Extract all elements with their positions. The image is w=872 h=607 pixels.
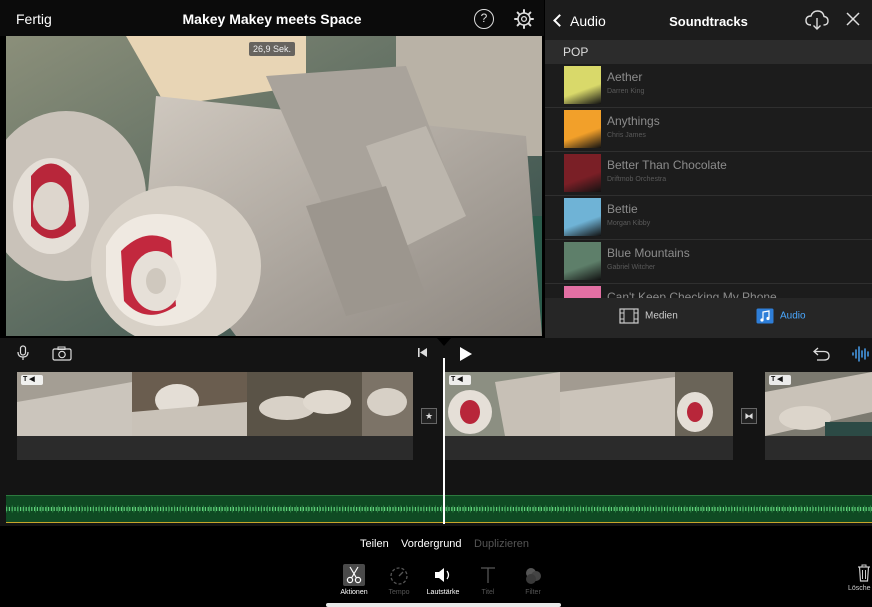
soundtrack-artist: Morgan Kibby [607, 220, 651, 227]
transition-cross-dissolve-button[interactable]: ⧓ [741, 408, 757, 424]
filter-circles-icon [522, 564, 544, 586]
soundtrack-title: Bettie [607, 202, 638, 216]
trash-icon[interactable] [857, 564, 871, 582]
soundtrack-item[interactable]: Better Than Chocolate Driftmob Orchestra [545, 152, 872, 196]
album-art [564, 286, 601, 298]
tool-volume-label: Lautstärke [426, 589, 460, 596]
soundtrack-title: Blue Mountains [607, 246, 690, 260]
tool-title-label: Titel [481, 589, 495, 596]
delete-label: Lösche [848, 585, 871, 592]
close-icon[interactable] [846, 12, 860, 26]
soundtrack-item[interactable]: Aether Darren King [545, 64, 872, 108]
album-art [564, 154, 601, 192]
play-icon[interactable] [459, 346, 473, 362]
album-art [564, 242, 601, 280]
video-frame-image [6, 36, 542, 336]
undo-icon[interactable] [813, 346, 830, 361]
timeline-toolbar [0, 338, 872, 368]
tool-actions-label: Aktionen [340, 589, 368, 596]
soundtrack-item[interactable]: Blue Mountains Gabriel Witcher [545, 240, 872, 284]
media-tab-bar: Medien Audio [545, 298, 872, 338]
soundtrack-title: Can't Keep Checking My Phone [607, 290, 777, 298]
clip-inspector: Teilen Vordergrund Duplizieren Aktionen … [0, 526, 872, 607]
audio-waveform [6, 505, 872, 513]
clip-title-audio-badge: T ◀ [21, 375, 43, 385]
soundtrack-artist: Darren King [607, 88, 645, 95]
text-t-icon [477, 564, 499, 586]
tool-title[interactable]: Titel [466, 564, 510, 596]
tab-audio-label: Audio [780, 310, 806, 322]
playhead-line[interactable] [443, 358, 445, 524]
genre-section-header: POP [545, 40, 872, 64]
tool-speed[interactable]: Tempo [377, 564, 421, 596]
film-strip-icon [619, 308, 639, 324]
background-music-track[interactable] [6, 495, 872, 523]
scissors-icon [343, 564, 365, 586]
skip-to-start-icon[interactable] [417, 347, 428, 358]
foreground-button[interactable]: Vordergrund [401, 538, 462, 550]
settings-gear-icon[interactable] [513, 8, 535, 30]
video-clip[interactable]: T ◀ [765, 372, 872, 436]
tool-actions[interactable]: Aktionen [332, 564, 376, 596]
soundtrack-title: Better Than Chocolate [607, 158, 727, 172]
clip-title-audio-badge: T ◀ [449, 375, 471, 385]
soundtrack-artist: Chris James [607, 132, 646, 139]
video-clip[interactable]: T ◀ [445, 372, 733, 436]
album-art [564, 66, 601, 104]
soundtrack-list[interactable]: Aether Darren King Anythings Chris James… [545, 64, 872, 298]
speedometer-icon [388, 564, 410, 586]
tool-filter-label: Filter [525, 589, 541, 596]
album-art [564, 110, 601, 148]
soundtrack-artist: Gabriel Witcher [607, 264, 656, 271]
tool-volume[interactable]: Lautstärke [421, 564, 465, 596]
split-button[interactable]: Teilen [360, 538, 389, 550]
home-indicator [326, 603, 561, 607]
project-title: Makey Makey meets Space [182, 11, 362, 27]
clip-audio-bar [17, 436, 413, 460]
browser-header: Audio Soundtracks [545, 0, 872, 40]
tab-audio[interactable]: Audio [756, 308, 806, 324]
soundtrack-title: Anythings [607, 114, 660, 128]
tool-speed-label: Tempo [388, 589, 410, 596]
camera-icon[interactable] [52, 346, 72, 361]
duplicate-button[interactable]: Duplizieren [474, 538, 529, 550]
tab-media-label: Medien [645, 310, 678, 322]
clip-audio-bar [445, 436, 733, 460]
cloud-download-icon[interactable] [805, 10, 829, 30]
music-note-icon [756, 308, 774, 324]
timecode-badge: 26,9 Sek. [249, 42, 296, 56]
clip-audio-bar [765, 436, 872, 460]
clip-thumbnails [445, 372, 733, 436]
microphone-icon[interactable] [17, 345, 29, 361]
soundtrack-item[interactable]: Bettie Morgan Kibby [545, 196, 872, 240]
speaker-icon [432, 564, 454, 586]
soundtrack-artist: Driftmob Orchestra [607, 176, 667, 183]
audio-waveform-icon[interactable] [852, 346, 870, 362]
soundtrack-title: Aether [607, 70, 643, 84]
tab-media[interactable]: Medien [619, 308, 678, 324]
video-clip[interactable]: T ◀ [17, 372, 413, 436]
soundtrack-item[interactable]: Anythings Chris James [545, 108, 872, 152]
timeline[interactable]: T ◀ ★ T ◀ ⧓ T ◀ [0, 338, 872, 526]
help-icon[interactable]: ? [474, 9, 494, 29]
clip-title-audio-badge: T ◀ [769, 375, 791, 385]
transition-star-button[interactable]: ★ [421, 408, 437, 424]
video-preview[interactable]: 26,9 Sek. [6, 36, 542, 336]
tool-filter[interactable]: Filter [511, 564, 555, 596]
clip-thumbnails [17, 372, 413, 436]
top-bar: Fertig Makey Makey meets Space ? [0, 0, 544, 36]
soundtrack-item[interactable]: Can't Keep Checking My Phone [545, 284, 872, 298]
album-art [564, 198, 601, 236]
audio-browser-panel: Audio Soundtracks POP Aether Darren King… [545, 0, 872, 338]
